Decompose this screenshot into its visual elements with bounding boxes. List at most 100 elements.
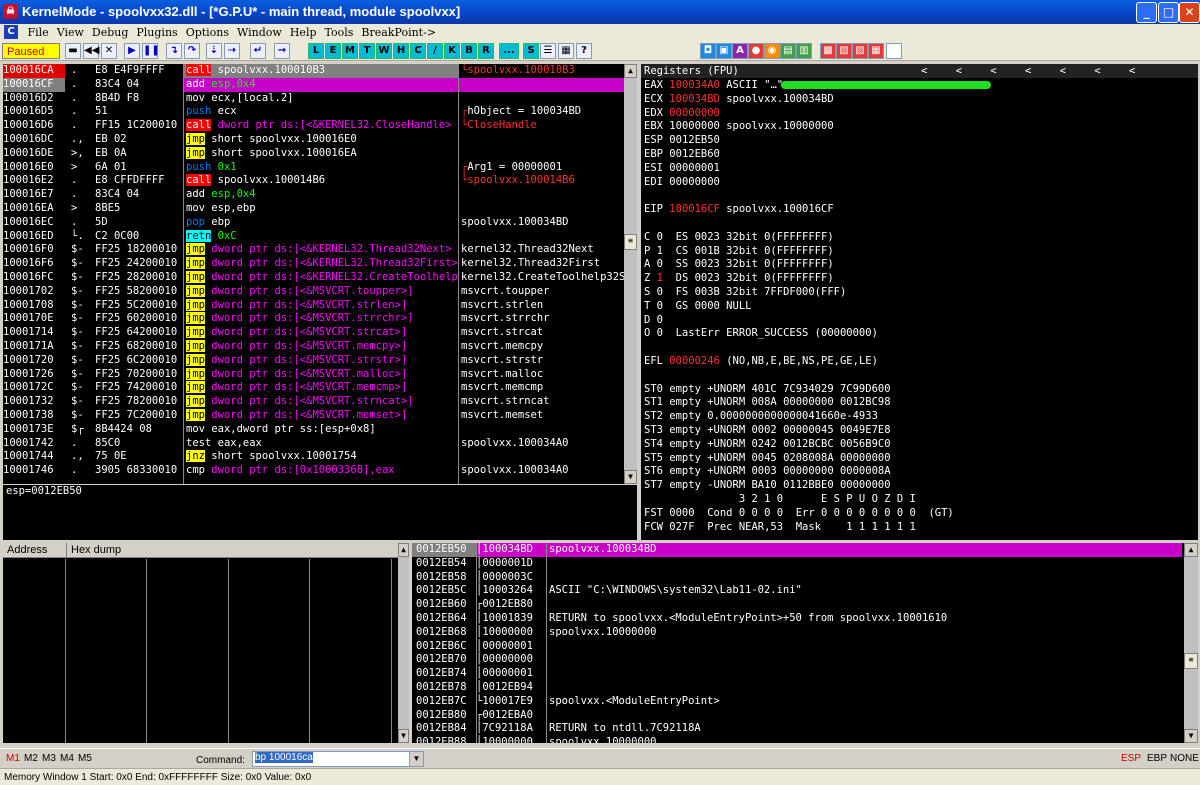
open-icon[interactable]: ▬ <box>65 43 81 59</box>
stack-row-comment[interactable]: spoolvxx.<ModuleEntryPoint> <box>546 695 1182 709</box>
register-line[interactable]: P 1 CS 001B 32bit 0(FFFFFFFF) <box>641 245 1198 259</box>
cpu-row-address[interactable]: 100016E2 <box>3 174 65 188</box>
cpu-row-address[interactable]: 100016D6 <box>3 119 65 133</box>
cpu-row-address[interactable]: 100016D2 <box>3 92 65 106</box>
cpu-row-hex[interactable]: 85C0 <box>95 437 183 451</box>
cpu-row-disasm[interactable]: pop ebp <box>184 216 458 230</box>
stack-row-comment[interactable] <box>546 667 1182 681</box>
stack-row-comment[interactable] <box>546 557 1182 571</box>
stack-row-comment[interactable]: spoolvxx.100034BD <box>546 543 1182 557</box>
register-line[interactable]: EIP 100016CF spoolvxx.100016CF <box>641 203 1198 217</box>
stack-row-address[interactable]: 0012EB80 <box>412 709 476 723</box>
register-value[interactable]: 100016CF <box>669 203 720 215</box>
register-value[interactable]: 00000000 <box>669 176 720 188</box>
cpu-row-address[interactable]: 1000172C <box>3 381 65 395</box>
window-button-3[interactable]: T <box>359 43 375 59</box>
cpu-row-disasm[interactable]: add esp,0x4 <box>184 188 458 202</box>
menu-item-4[interactable]: Options <box>182 24 233 41</box>
stack-row-comment[interactable] <box>546 709 1182 723</box>
scroll-up-icon[interactable]: ▲ <box>398 543 409 557</box>
plugin-4-icon[interactable]: ● <box>748 43 764 59</box>
cpu-row-address[interactable]: 100016E0 <box>3 161 65 175</box>
menu-item-8[interactable]: BreakPoint-> <box>357 24 440 41</box>
stack-row-address[interactable]: 0012EB7C <box>412 695 476 709</box>
register-line[interactable] <box>641 189 1198 203</box>
window-button-10[interactable]: R <box>478 43 494 59</box>
mark-button-5[interactable]: M5 <box>78 753 92 764</box>
register-line[interactable]: ST6 empty +UNORM 0003 00000000 0000008A <box>641 465 1198 479</box>
stack-row-address[interactable]: 0012EB54 <box>412 557 476 571</box>
cpu-row-hex[interactable]: FF25 7C200010 <box>95 409 183 423</box>
stack-row-comment[interactable] <box>546 571 1182 585</box>
cpu-row-disasm[interactable]: test eax,eax <box>184 437 458 451</box>
stack-row-value[interactable]: │0012EB94 <box>476 681 546 695</box>
window-button-4[interactable]: W <box>376 43 392 59</box>
stack-row-comment[interactable] <box>546 640 1182 654</box>
stack-row-value[interactable]: │7C92118A <box>476 722 546 736</box>
cpu-row-comment[interactable] <box>459 450 624 464</box>
register-value[interactable]: 0012EB60 <box>669 148 720 160</box>
cpu-row-address[interactable]: 100016EA <box>3 202 65 216</box>
cpu-row-comment[interactable]: msvcrt.memset <box>459 409 624 423</box>
cpu-row-disasm[interactable]: jmp dword ptr ds:[<&MSVCRT.memcpy>] <box>184 339 458 354</box>
register-line[interactable]: EFL 00000246 (NO,NB,E,BE,NS,PE,GE,LE) <box>641 355 1198 369</box>
menu-item-0[interactable]: File <box>24 24 53 41</box>
plugin-6-icon[interactable]: ▤ <box>780 43 796 59</box>
cpu-row-disasm[interactable]: cmp dword ptr ds:[0x10003368],eax <box>184 464 458 478</box>
goto-icon[interactable]: → <box>274 43 290 59</box>
window-button-1[interactable]: E <box>325 43 341 59</box>
cpu-row-comment[interactable]: msvcrt.strncat <box>459 395 624 409</box>
scroll-down-icon[interactable]: ▼ <box>398 729 409 743</box>
cpu-row-disasm[interactable]: jmp dword ptr ds:[<&KERNEL32.Thread32Fir… <box>184 257 458 271</box>
cpu-row-disasm[interactable]: push ecx <box>184 105 458 119</box>
stack-row-value[interactable]: │00000000 <box>476 653 546 667</box>
register-line[interactable]: ST4 empty +UNORM 0242 0012BCBC 0056B9C0 <box>641 438 1198 452</box>
stack-row-address[interactable]: 0012EB84 <box>412 722 476 736</box>
window-button-0[interactable]: L <box>308 43 324 59</box>
cpu-row-hex[interactable]: 3905 68330010 <box>95 464 183 478</box>
menu-item-1[interactable]: View <box>53 24 88 41</box>
cpu-address-column[interactable]: 100016CA 100016CF 100016D2 100016D5 100016D6… <box>3 64 65 484</box>
plugin-10-icon[interactable]: ▨ <box>852 43 868 59</box>
plugin-2-icon[interactable]: ▣ <box>716 43 732 59</box>
cpu-row-disasm[interactable]: jmp short spoolvxx.100016E0 <box>184 132 458 147</box>
cpu-row-comment[interactable]: ┌hObject = 100034BD <box>459 105 624 119</box>
stack-row-address[interactable]: 0012EB68 <box>412 626 476 640</box>
stack-row-comment[interactable]: spoolvxx.10000000 <box>546 736 1182 743</box>
cpu-row-disasm[interactable]: call spoolvxx.100014B6 <box>184 174 458 188</box>
register-line[interactable]: O 0 LastErr ERROR_SUCCESS (00000000) <box>641 327 1198 341</box>
cpu-row-comment[interactable]: msvcrt.memcmp <box>459 381 624 395</box>
cpu-row-address[interactable]: 100016F0 <box>3 243 65 257</box>
cpu-row-address[interactable]: 10001742 <box>3 437 65 451</box>
cpu-row-comment[interactable]: spoolvxx.100034A0 <box>459 464 624 478</box>
registers-pane[interactable]: Registers (FPU) < < < < < < < EAX 100034… <box>641 64 1198 540</box>
cpu-row-address[interactable]: 100016EC <box>3 216 65 230</box>
scroll-up-icon[interactable]: ▲ <box>1184 543 1198 557</box>
minimize-button[interactable]: _ <box>1136 2 1157 23</box>
window-button-2[interactable]: M <box>342 43 358 59</box>
trace-over-icon[interactable]: ⇢ <box>224 43 240 59</box>
cpu-row-address[interactable]: 1000173E <box>3 423 65 437</box>
menu-item-5[interactable]: Window <box>233 24 286 41</box>
cpu-row-address[interactable]: 1000171A <box>3 340 65 354</box>
menu-item-2[interactable]: Debug <box>88 24 133 41</box>
cpu-row-address[interactable]: 10001726 <box>3 368 65 382</box>
cpu-row-hex[interactable]: FF25 6C200010 <box>95 354 183 368</box>
cpu-row-address[interactable]: 10001744 <box>3 450 65 464</box>
register-line[interactable]: D 0 <box>641 314 1198 328</box>
cpu-row-hex[interactable]: 51 <box>95 105 183 119</box>
registers-nav-arrows[interactable]: < < < < < < < <box>921 64 1135 78</box>
stack-row-address[interactable]: 0012EB78 <box>412 681 476 695</box>
stack-row-value[interactable]: │0000003C <box>476 571 546 585</box>
register-line[interactable] <box>641 341 1198 355</box>
cpu-row-address[interactable]: 100016D5 <box>3 105 65 119</box>
register-line[interactable] <box>641 217 1198 231</box>
register-line[interactable]: ST3 empty +UNORM 0002 00000045 0049E7E8 <box>641 424 1198 438</box>
cpu-row-hex[interactable]: 6A 01 <box>95 161 183 175</box>
cpu-row-disasm[interactable]: push 0x1 <box>184 161 458 175</box>
cpu-row-disasm[interactable]: jmp dword ptr ds:[<&MSVCRT.toupper>] <box>184 284 458 299</box>
dump-pane[interactable]: Address Hex dump <box>3 543 409 743</box>
cpu-row-comment[interactable] <box>459 147 624 161</box>
cpu-row-address[interactable]: 1000170E <box>3 312 65 326</box>
cpu-row-disasm[interactable]: jmp dword ptr ds:[<&KERNEL32.Thread32Nex… <box>184 243 458 257</box>
